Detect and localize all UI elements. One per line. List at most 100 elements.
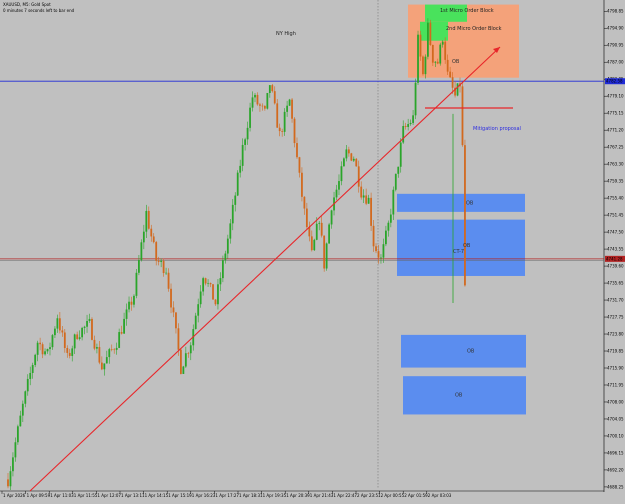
candle-body (446, 59, 449, 72)
candle-body (399, 142, 402, 167)
candle-body (241, 144, 244, 166)
y-tick-label: 4763.30 (607, 162, 624, 167)
candle-body (7, 479, 9, 487)
candle-body (449, 71, 452, 78)
candle-body (207, 282, 209, 284)
y-tick-label: 4731.70 (607, 298, 624, 303)
candle-body (155, 242, 158, 261)
micro-order-block-1-label: 1st Micro Order Block (440, 8, 494, 14)
candle-body (325, 243, 328, 269)
candle-body (138, 260, 140, 273)
candle-body (422, 56, 424, 75)
order-block-1 (397, 193, 525, 212)
candle-body (91, 318, 93, 340)
candle-body (444, 41, 447, 60)
y-tick-label: 4723.80 (607, 332, 624, 337)
candle-body (224, 253, 227, 261)
candle-body (68, 352, 71, 356)
candle-body (221, 260, 224, 279)
candle-body (46, 349, 49, 352)
chart-root[interactable]: XAUUSD, M5: Gold Spot 0 minutes 7 second… (0, 0, 625, 500)
candle-body (439, 44, 442, 64)
candle-body (451, 77, 454, 88)
candle-body (298, 157, 301, 173)
candle-body (372, 225, 375, 247)
candle-body (414, 82, 417, 116)
candle-body (125, 309, 128, 319)
x-tick-label: 1 Apr 2026 (3, 493, 26, 498)
candle-body (9, 471, 12, 487)
candle-body (197, 304, 200, 316)
candle-body (427, 22, 429, 57)
candle-body (328, 224, 330, 244)
candle-body (367, 197, 370, 204)
y-tick-label: 4692.20 (607, 467, 624, 472)
y-tick-label: 4779.10 (607, 94, 624, 99)
candle-body (108, 349, 111, 358)
candle-body (44, 351, 46, 355)
candle-body (202, 278, 205, 292)
candle-body (120, 332, 123, 334)
candle-body (49, 347, 51, 350)
candle-body (78, 337, 81, 339)
candle-body (54, 328, 56, 336)
order-block-2-label: OB (463, 243, 471, 249)
candle-body (246, 127, 249, 140)
candle-body (271, 85, 274, 92)
x-tick-label: 2 Apr 01:59 (404, 493, 428, 498)
candle-body (165, 272, 167, 274)
candle-body (429, 22, 432, 45)
candle-body (343, 158, 345, 167)
candle-body (24, 391, 27, 404)
price-chart[interactable]: 4798.854794.904790.954787.004783.054779.… (0, 0, 625, 500)
order-block-3-label: OB (467, 348, 475, 354)
candle-body (150, 228, 153, 237)
x-tick-label: 1 Apr 13:11 (121, 493, 145, 498)
candle-body (180, 349, 182, 374)
y-tick-label: 4790.95 (607, 43, 624, 48)
candle-body (170, 288, 172, 308)
ct-marker-label: CT-7 (453, 249, 464, 255)
y-tick-label: 4759.35 (607, 179, 624, 184)
candle-body (303, 196, 306, 209)
supply-zone-label: OB (452, 59, 460, 65)
x-tick-label: 1 Apr 14:15 (145, 493, 169, 498)
candle-body (365, 195, 368, 204)
candle-body (464, 145, 466, 286)
candle-body (318, 222, 321, 224)
candle-body (249, 107, 251, 128)
candle-body (152, 236, 155, 243)
candle-body (315, 223, 318, 240)
candle-body (12, 457, 14, 472)
candle-body (335, 189, 338, 198)
candle-body (29, 372, 32, 379)
y-tick-label: 4747.50 (607, 230, 624, 235)
candle-body (212, 284, 214, 300)
candle-body (313, 239, 316, 251)
candle-body (51, 335, 54, 348)
candle-body (140, 242, 143, 261)
candle-body (291, 99, 293, 119)
candle-body (58, 318, 61, 331)
candle-body (263, 105, 266, 109)
candle-body (194, 315, 197, 330)
candle-body (417, 34, 419, 83)
candle-body (244, 139, 247, 145)
y-tick-label: 4688.25 (607, 484, 624, 489)
candle-body (96, 347, 98, 349)
candle-body (256, 94, 259, 105)
order-block-1-label: OB (466, 200, 474, 206)
candle-body (231, 204, 234, 224)
y-tick-label: 4775.15 (607, 111, 624, 116)
candle-body (456, 83, 459, 96)
candle-body (219, 278, 222, 285)
order-block-4 (403, 376, 526, 415)
y-tick-label: 4715.90 (607, 366, 624, 371)
candle-body (387, 222, 390, 231)
candle-body (113, 349, 116, 351)
candle-body (167, 272, 170, 289)
candle-body (234, 195, 237, 205)
candle-body (352, 158, 355, 161)
candle-body (145, 210, 148, 232)
x-tick-label: 1 Apr 19:35 (263, 493, 287, 498)
